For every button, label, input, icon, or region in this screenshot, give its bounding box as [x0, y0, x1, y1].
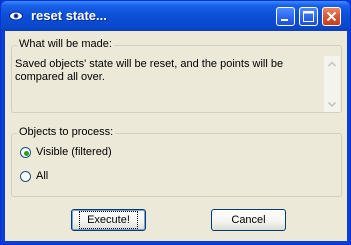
execute-button[interactable]: Execute!	[71, 209, 146, 231]
cancel-button[interactable]: Cancel	[211, 209, 286, 231]
radio-selected-dot	[24, 151, 29, 156]
dialog-window: reset state... What will be made: Saved …	[0, 0, 351, 245]
minimize-button[interactable]	[276, 7, 295, 26]
scroll-down-button[interactable]	[324, 96, 340, 112]
chevron-down-icon	[327, 101, 337, 108]
minimize-icon	[281, 19, 288, 21]
window-title: reset state...	[31, 8, 107, 23]
radio-visible-filtered-label: Visible (filtered)	[36, 146, 112, 158]
description-scrollbar[interactable]	[324, 56, 340, 112]
maximize-icon	[303, 11, 314, 22]
cancel-button-label: Cancel	[231, 214, 266, 226]
objects-group-legend: Objects to process:	[17, 126, 116, 138]
eye-icon	[8, 8, 24, 24]
description-text: Saved objects' state will be reset, and …	[15, 58, 284, 83]
dialog-client-area: What will be made: Saved objects' state …	[5, 31, 347, 241]
description-group: What will be made: Saved objects' state …	[11, 38, 342, 113]
chevron-up-icon	[327, 61, 337, 67]
radio-all-label: All	[36, 170, 49, 182]
description-group-legend: What will be made:	[17, 38, 114, 50]
maximize-button[interactable]	[299, 7, 318, 26]
title-bar[interactable]: reset state...	[1, 1, 350, 31]
radio-visible-filtered-indicator[interactable]	[20, 147, 31, 158]
execute-button-label: Execute!	[79, 211, 138, 229]
objects-group: Objects to process: Visible (filtered) A…	[11, 126, 342, 197]
close-icon	[326, 11, 337, 22]
close-button[interactable]	[322, 7, 341, 26]
scroll-up-button[interactable]	[324, 56, 340, 72]
radio-all-indicator[interactable]	[20, 171, 31, 182]
